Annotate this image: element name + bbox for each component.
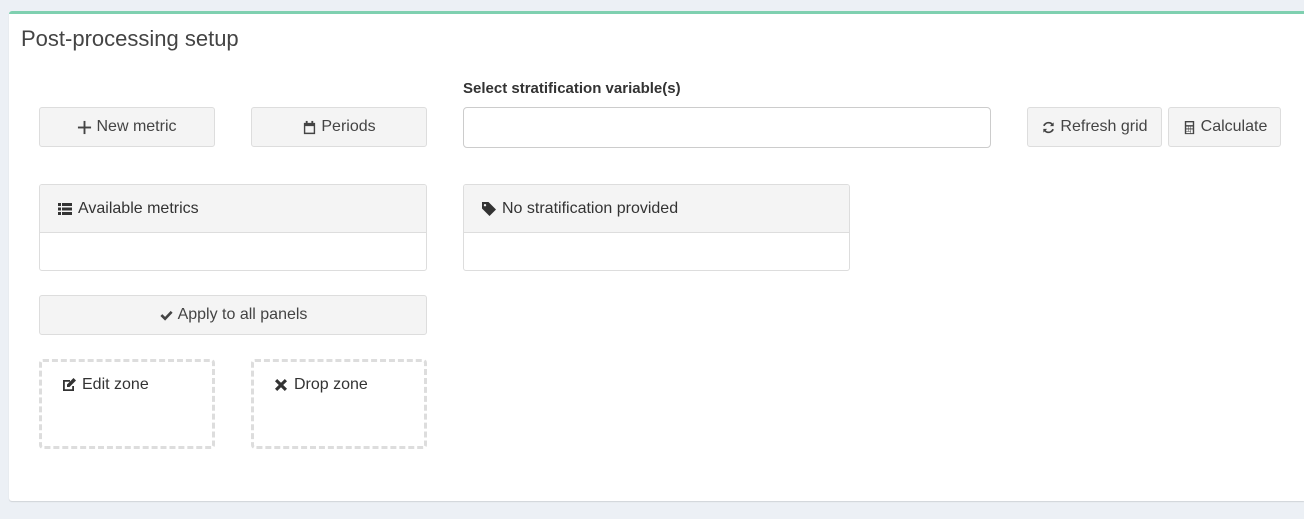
calculate-button[interactable]: Calculate [1168, 107, 1281, 147]
available-metrics-heading: Available metrics [40, 185, 426, 233]
periods-button[interactable]: Periods [251, 107, 427, 147]
stratification-heading: No stratification provided [464, 185, 849, 233]
stratification-select[interactable] [463, 107, 991, 148]
plus-icon [78, 120, 92, 134]
edit-zone-label: Edit zone [82, 376, 149, 393]
available-metrics-title: Available metrics [78, 199, 199, 217]
apply-to-all-panels-button[interactable]: Apply to all panels [39, 295, 427, 335]
refresh-icon [1043, 121, 1055, 133]
calculate-label: Calculate [1200, 118, 1268, 135]
calculator-icon [1184, 120, 1194, 134]
edit-icon [63, 378, 76, 391]
edit-zone-header: Edit zone [61, 376, 149, 394]
periods-label: Periods [321, 118, 376, 135]
available-metrics-panel: Available metrics [39, 184, 427, 271]
calendar-icon [304, 120, 316, 134]
stratification-label: Select stratification variable(s) [463, 80, 681, 97]
check-icon [159, 310, 173, 321]
refresh-grid-label: Refresh grid [1060, 118, 1148, 135]
post-processing-box: Post-processing setup New metric Periods… [9, 11, 1304, 501]
apply-to-all-label: Apply to all panels [177, 306, 308, 323]
list-icon [58, 202, 72, 215]
drop-zone-header: Drop zone [273, 376, 368, 394]
new-metric-button[interactable]: New metric [39, 107, 215, 147]
drop-zone[interactable]: Drop zone [251, 359, 427, 449]
new-metric-label: New metric [96, 118, 177, 135]
stratification-panel: No stratification provided [463, 184, 850, 271]
stratification-title: No stratification provided [502, 199, 679, 217]
edit-zone[interactable]: Edit zone [39, 359, 215, 449]
box-title: Post-processing setup [21, 26, 239, 51]
refresh-grid-button[interactable]: Refresh grid [1027, 107, 1162, 147]
times-icon [275, 379, 287, 391]
tag-icon [482, 201, 496, 216]
drop-zone-label: Drop zone [294, 376, 368, 393]
